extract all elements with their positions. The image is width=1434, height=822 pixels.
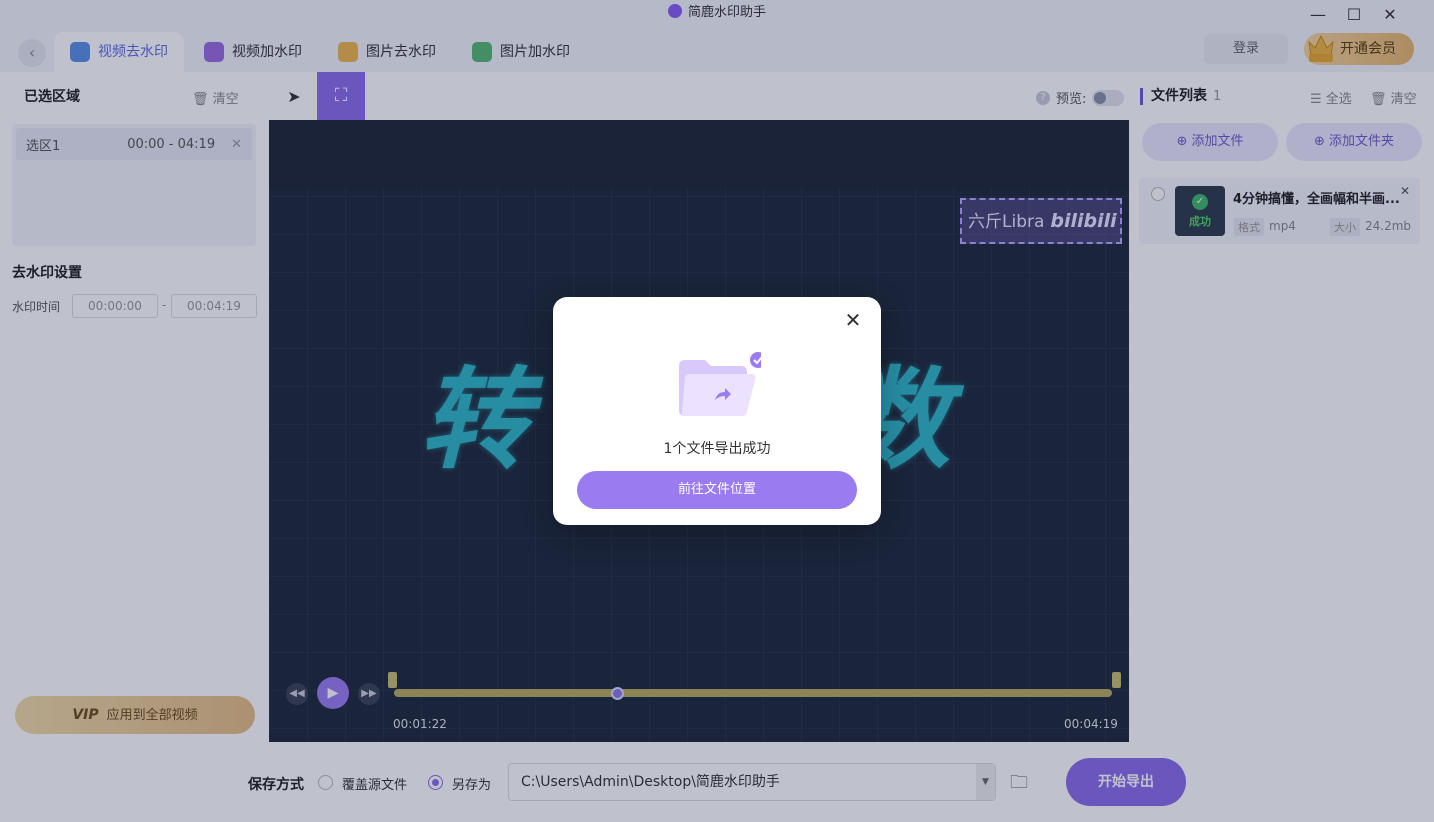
export-success-message: 1个文件导出成功: [663, 441, 771, 457]
open-file-location-button[interactable]: 前往文件位置: [577, 471, 857, 509]
close-icon[interactable]: ✕: [843, 309, 863, 331]
folder-success-icon: [679, 352, 761, 416]
